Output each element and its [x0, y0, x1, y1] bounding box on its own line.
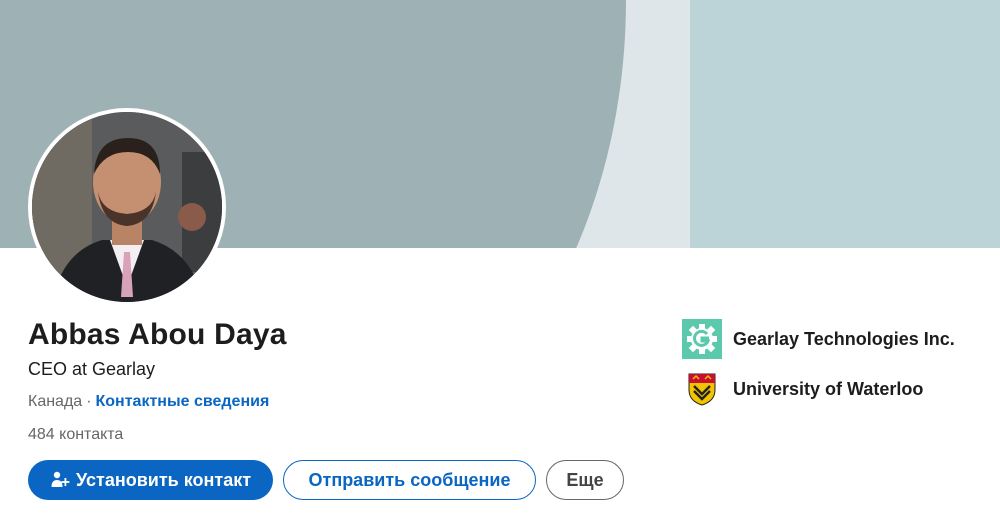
add-person-icon	[50, 470, 70, 490]
school-name: University of Waterloo	[733, 378, 924, 399]
company-name: Gearlay Technologies Inc.	[733, 328, 955, 349]
more-label: Еще	[566, 469, 604, 490]
university-crest-icon	[682, 369, 722, 409]
separator-dot: ·	[86, 393, 92, 410]
profile-headline: CEO at Gearlay	[28, 359, 156, 379]
profile-name: Abbas Abou Daya	[28, 318, 287, 351]
location-text: Канада	[28, 393, 83, 410]
connect-label: Установить контакт	[75, 469, 252, 490]
contact-info-link[interactable]: Контактные сведения	[96, 393, 270, 410]
connect-button[interactable]: Установить контакт	[28, 460, 273, 500]
current-company[interactable]: Gearlay Technologies Inc.	[682, 319, 955, 359]
message-label: Отправить сообщение	[308, 469, 511, 490]
banner-panel	[690, 0, 1000, 248]
connections-count[interactable]: 484 контакта	[28, 426, 123, 444]
education-school[interactable]: University of Waterloo	[682, 369, 923, 409]
profile-avatar[interactable]	[28, 108, 226, 306]
more-button[interactable]: Еще	[546, 460, 624, 500]
location-row: Канада · Контактные сведения	[28, 393, 269, 411]
avatar-photo	[32, 112, 222, 302]
gear-logo-icon	[682, 319, 722, 359]
message-button[interactable]: Отправить сообщение	[283, 460, 536, 500]
